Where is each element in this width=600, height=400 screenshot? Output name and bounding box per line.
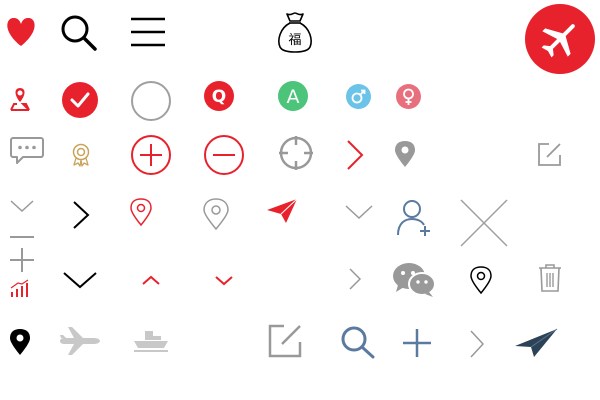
chevron-down-gray-icon[interactable]	[345, 204, 373, 220]
lucky-bag-icon[interactable]: 福	[276, 10, 314, 54]
chevron-down-small-icon[interactable]	[10, 199, 34, 213]
plus-icon[interactable]	[10, 248, 34, 272]
growth-chart-icon[interactable]	[10, 279, 30, 297]
chevron-up-red-icon[interactable]	[142, 275, 160, 286]
hamburger-menu-icon[interactable]	[130, 16, 166, 48]
location-pin-black-outline-icon[interactable]	[470, 266, 492, 295]
location-pin-outline-gray-icon[interactable]	[203, 198, 229, 231]
airplane-gray-icon[interactable]	[58, 326, 100, 356]
remove-circle-icon[interactable]	[203, 134, 245, 176]
male-icon[interactable]	[346, 84, 371, 109]
edit-icon[interactable]	[537, 142, 562, 167]
close-x-icon[interactable]	[459, 198, 509, 248]
chevron-right-gray-icon[interactable]	[469, 329, 485, 359]
crosshair-icon[interactable]	[278, 135, 314, 171]
q-badge-icon[interactable]: Q	[204, 81, 234, 111]
search-icon[interactable]	[60, 14, 98, 52]
chat-bubble-icon[interactable]	[10, 136, 44, 166]
lucky-bag-character: 福	[288, 33, 301, 48]
check-circle-icon[interactable]	[62, 82, 98, 118]
heart-icon[interactable]	[4, 16, 38, 48]
plus-blue-icon[interactable]	[402, 328, 432, 358]
ship-icon[interactable]	[133, 329, 169, 353]
chevron-right-light-icon[interactable]	[349, 268, 362, 290]
chevron-down-red-icon[interactable]	[215, 275, 233, 286]
add-user-icon[interactable]	[396, 198, 432, 238]
trash-icon[interactable]	[538, 264, 562, 292]
a-badge-letter: A	[287, 86, 300, 108]
female-icon[interactable]	[396, 84, 421, 109]
location-pin-outline-red-icon[interactable]	[130, 198, 152, 227]
search-blue-icon[interactable]	[340, 325, 376, 359]
wechat-icon[interactable]	[392, 262, 436, 298]
empty-circle-icon[interactable]	[130, 80, 172, 122]
a-badge-icon[interactable]: A	[278, 81, 308, 111]
edit-large-icon[interactable]	[268, 324, 302, 358]
chevron-down-black-icon[interactable]	[63, 271, 97, 289]
chevron-right-red-icon[interactable]	[346, 139, 364, 171]
award-ribbon-icon[interactable]	[70, 143, 92, 167]
chevron-right-black-icon[interactable]	[72, 200, 90, 230]
location-person-icon[interactable]	[9, 86, 31, 112]
add-circle-icon[interactable]	[130, 134, 172, 176]
send-paper-plane-icon[interactable]	[266, 198, 298, 224]
location-pin-gray-icon[interactable]	[394, 140, 416, 168]
location-pin-black-icon[interactable]	[9, 328, 31, 356]
minus-icon[interactable]	[10, 235, 34, 239]
q-badge-letter: Q	[212, 87, 226, 107]
airplane-badge-icon[interactable]	[525, 4, 595, 74]
send-navy-icon[interactable]	[514, 328, 558, 358]
